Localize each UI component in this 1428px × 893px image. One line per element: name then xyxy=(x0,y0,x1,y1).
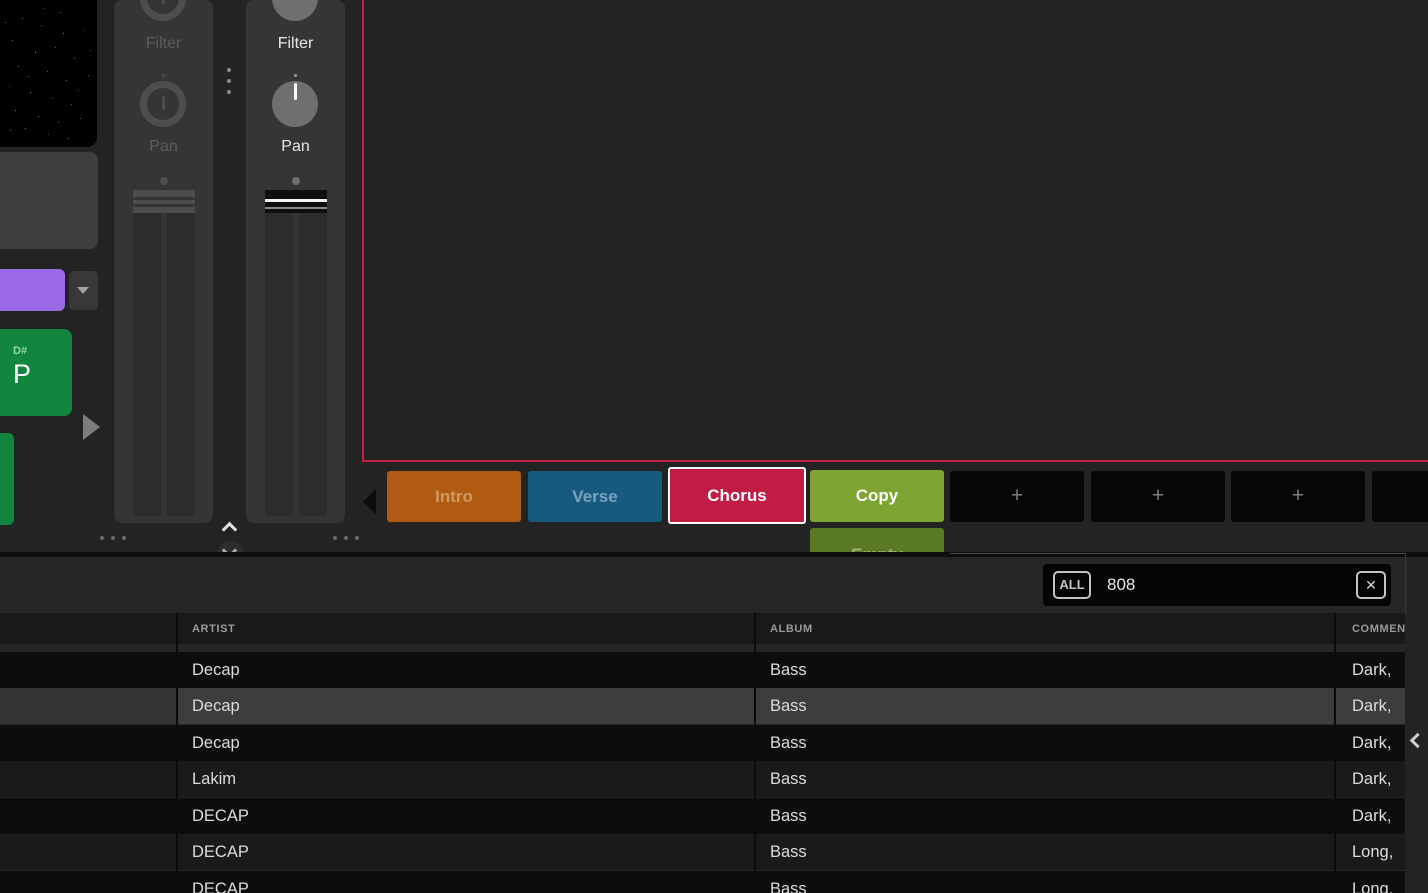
pad-letter-label: P xyxy=(13,359,31,390)
cell-artist: Lakim xyxy=(192,761,236,797)
fader-tick xyxy=(292,177,300,185)
table-row[interactable]: DECAP Bass Long, xyxy=(0,834,1405,870)
pad-dropdown-button[interactable] xyxy=(69,271,98,310)
volume-fader-handle[interactable] xyxy=(133,190,195,213)
cell-album: Bass xyxy=(770,688,807,724)
cell-comment: Dark, xyxy=(1352,798,1391,834)
cell-comment: Dark, xyxy=(1352,761,1391,797)
cell-album: Bass xyxy=(770,652,807,688)
volume-fader-track[interactable] xyxy=(133,213,195,516)
cell-artist: DECAP xyxy=(192,834,249,870)
filter-label: Filter xyxy=(246,35,345,53)
add-scene-button[interactable] xyxy=(1372,471,1428,522)
filter-knob[interactable] xyxy=(272,0,318,21)
scene-button-intro[interactable]: Intro xyxy=(387,471,521,522)
volume-fader-track[interactable] xyxy=(265,213,327,516)
cell-comment: Dark, xyxy=(1352,652,1391,688)
waveform-display xyxy=(0,0,97,147)
play-icon[interactable] xyxy=(83,414,100,440)
pad-key-label: D# xyxy=(13,345,27,357)
drag-handle-icon[interactable] xyxy=(227,68,231,72)
chevron-down-icon xyxy=(77,287,89,294)
scene-pad-green[interactable]: D# P xyxy=(0,329,72,416)
knob-tick xyxy=(294,74,297,77)
column-header-album[interactable]: ALBUM xyxy=(770,613,813,644)
side-panel-block xyxy=(0,152,98,249)
column-divider xyxy=(1334,613,1336,893)
pan-knob[interactable] xyxy=(272,81,318,127)
fader-tick xyxy=(160,177,168,185)
volume-fader-handle[interactable] xyxy=(265,190,327,213)
cell-album: Bass xyxy=(770,834,807,870)
scene-pad-green-partial[interactable] xyxy=(0,433,14,525)
table-row-selected[interactable]: Decap Bass Dark, xyxy=(0,688,1405,724)
pan-knob[interactable] xyxy=(140,81,186,127)
cell-album: Bass xyxy=(770,725,807,761)
table-row[interactable]: Lakim Bass Dark, xyxy=(0,761,1405,797)
chevron-up-icon[interactable] xyxy=(222,522,238,538)
pan-label: Pan xyxy=(114,138,213,156)
cell-comment: Long, xyxy=(1352,834,1393,870)
cell-album: Bass xyxy=(770,871,807,893)
library-top-border xyxy=(950,553,1406,554)
knob-tick xyxy=(162,74,165,77)
column-header-comment[interactable]: COMMENT xyxy=(1352,613,1405,644)
knob-pointer xyxy=(162,96,165,110)
scroll-left-icon[interactable] xyxy=(363,489,376,515)
library-table-header[interactable]: ARTIST ALBUM COMMENT xyxy=(0,613,1405,644)
cell-artist: Decap xyxy=(192,652,240,688)
table-row[interactable]: Decap Bass Dark, xyxy=(0,652,1405,688)
knob-pointer xyxy=(294,83,297,100)
table-row[interactable]: DECAP Bass Long, xyxy=(0,871,1405,893)
cell-comment: Dark, xyxy=(1352,688,1391,724)
cell-album: Bass xyxy=(770,761,807,797)
cell-comment: Long, xyxy=(1352,871,1393,893)
clear-search-button[interactable]: ✕ xyxy=(1356,571,1386,599)
add-scene-button[interactable]: + xyxy=(1091,471,1225,522)
search-query-text: 808 xyxy=(1107,564,1135,606)
cell-album: Bass xyxy=(770,798,807,834)
column-divider xyxy=(176,613,178,893)
add-scene-button[interactable]: + xyxy=(950,471,1084,522)
table-row[interactable]: Decap Bass Dark, xyxy=(0,725,1405,761)
arrangement-panel xyxy=(362,0,1428,462)
row-firstcol xyxy=(0,688,176,724)
table-row[interactable]: DECAP Bass Dark, xyxy=(0,798,1405,834)
search-filter-badge[interactable]: ALL xyxy=(1053,571,1091,599)
cell-artist: Decap xyxy=(192,688,240,724)
filter-label: Filter xyxy=(114,35,213,53)
knob-pointer xyxy=(162,0,165,4)
scene-button-chorus[interactable]: Chorus xyxy=(668,467,806,524)
scene-button-verse[interactable]: Verse xyxy=(528,471,662,522)
scene-copy-button[interactable]: Copy xyxy=(810,470,944,522)
library-right-border xyxy=(1405,554,1406,614)
scene-pad-purple[interactable] xyxy=(0,269,65,311)
waveform-noise xyxy=(0,0,1,1)
cell-comment: Dark, xyxy=(1352,725,1391,761)
mixer-channel-2: Filter Pan xyxy=(246,0,345,523)
cell-artist: Decap xyxy=(192,725,240,761)
drag-handle-icon[interactable] xyxy=(333,536,337,540)
mixer-channel-1: Filter Pan xyxy=(114,0,213,523)
column-header-artist[interactable]: ARTIST xyxy=(192,613,235,644)
drag-handle-icon[interactable] xyxy=(100,536,104,540)
cell-artist: DECAP xyxy=(192,871,249,893)
column-divider xyxy=(754,613,756,893)
cell-artist: DECAP xyxy=(192,798,249,834)
chevron-left-icon[interactable] xyxy=(1410,733,1426,749)
filter-knob[interactable] xyxy=(140,0,186,21)
add-scene-button[interactable]: + xyxy=(1231,471,1365,522)
library-search-input[interactable] xyxy=(1043,564,1391,606)
pan-label: Pan xyxy=(246,138,345,156)
